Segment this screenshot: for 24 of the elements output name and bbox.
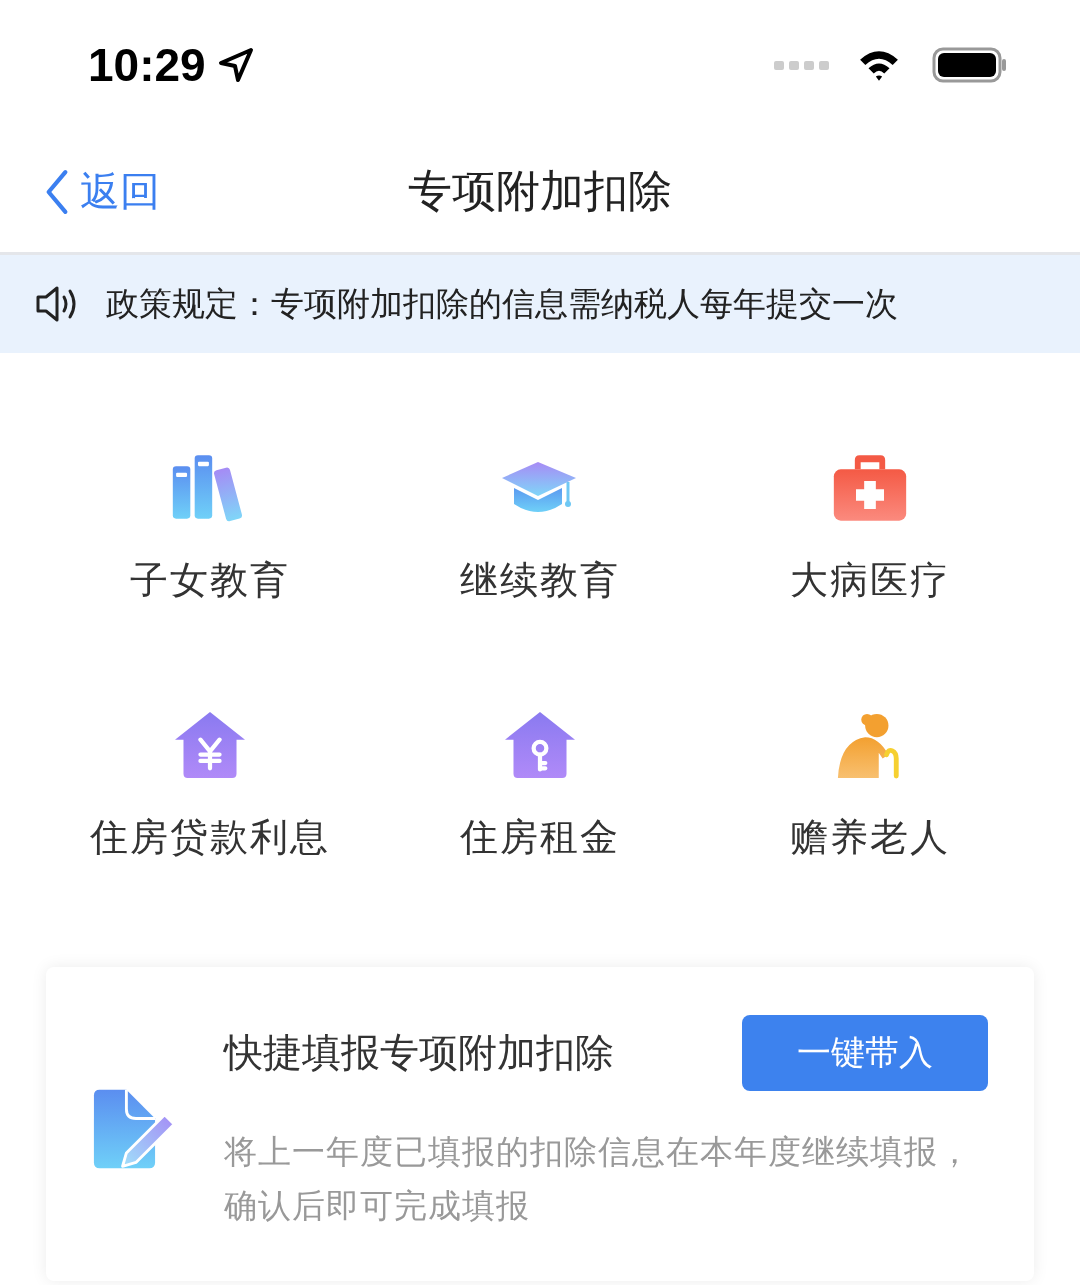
status-time: 10:29 bbox=[88, 38, 206, 92]
one-click-import-button[interactable]: 一键带入 bbox=[742, 1015, 988, 1091]
battery-icon bbox=[932, 47, 1008, 83]
card-description: 将上一年度已填报的扣除信息在本年度继续填报，确认后即可完成填报 bbox=[224, 1131, 973, 1227]
page-title: 专项附加扣除 bbox=[408, 163, 672, 218]
item-label: 继续教育 bbox=[460, 557, 620, 604]
wifi-icon bbox=[858, 48, 900, 82]
chevron-left-icon bbox=[44, 168, 70, 215]
card-title: 快捷填报专项附加扣除 bbox=[224, 1029, 614, 1077]
item-label: 子女教育 bbox=[130, 557, 290, 604]
item-label: 赡养老人 bbox=[790, 814, 950, 861]
signal-icon bbox=[774, 59, 830, 71]
notice-text: 政策规定：专项附加扣除的信息需纳税人每年提交一次 bbox=[106, 282, 898, 325]
deduction-item[interactable]: 继续教育 bbox=[375, 453, 705, 606]
deduction-item[interactable]: 子女教育 bbox=[45, 453, 375, 606]
deduction-item[interactable]: 赡养老人 bbox=[705, 710, 1035, 863]
deduction-item[interactable]: 住房贷款利息 bbox=[45, 710, 375, 863]
back-button[interactable]: 返回 bbox=[44, 164, 160, 219]
deduction-item[interactable]: 住房租金 bbox=[375, 710, 705, 863]
item-label: 大病医疗 bbox=[790, 557, 950, 604]
item-label: 住房贷款利息 bbox=[90, 814, 330, 861]
deduction-item[interactable]: 大病医疗 bbox=[705, 453, 1035, 606]
item-label: 住房租金 bbox=[460, 814, 620, 861]
location-arrow-icon bbox=[217, 47, 254, 83]
